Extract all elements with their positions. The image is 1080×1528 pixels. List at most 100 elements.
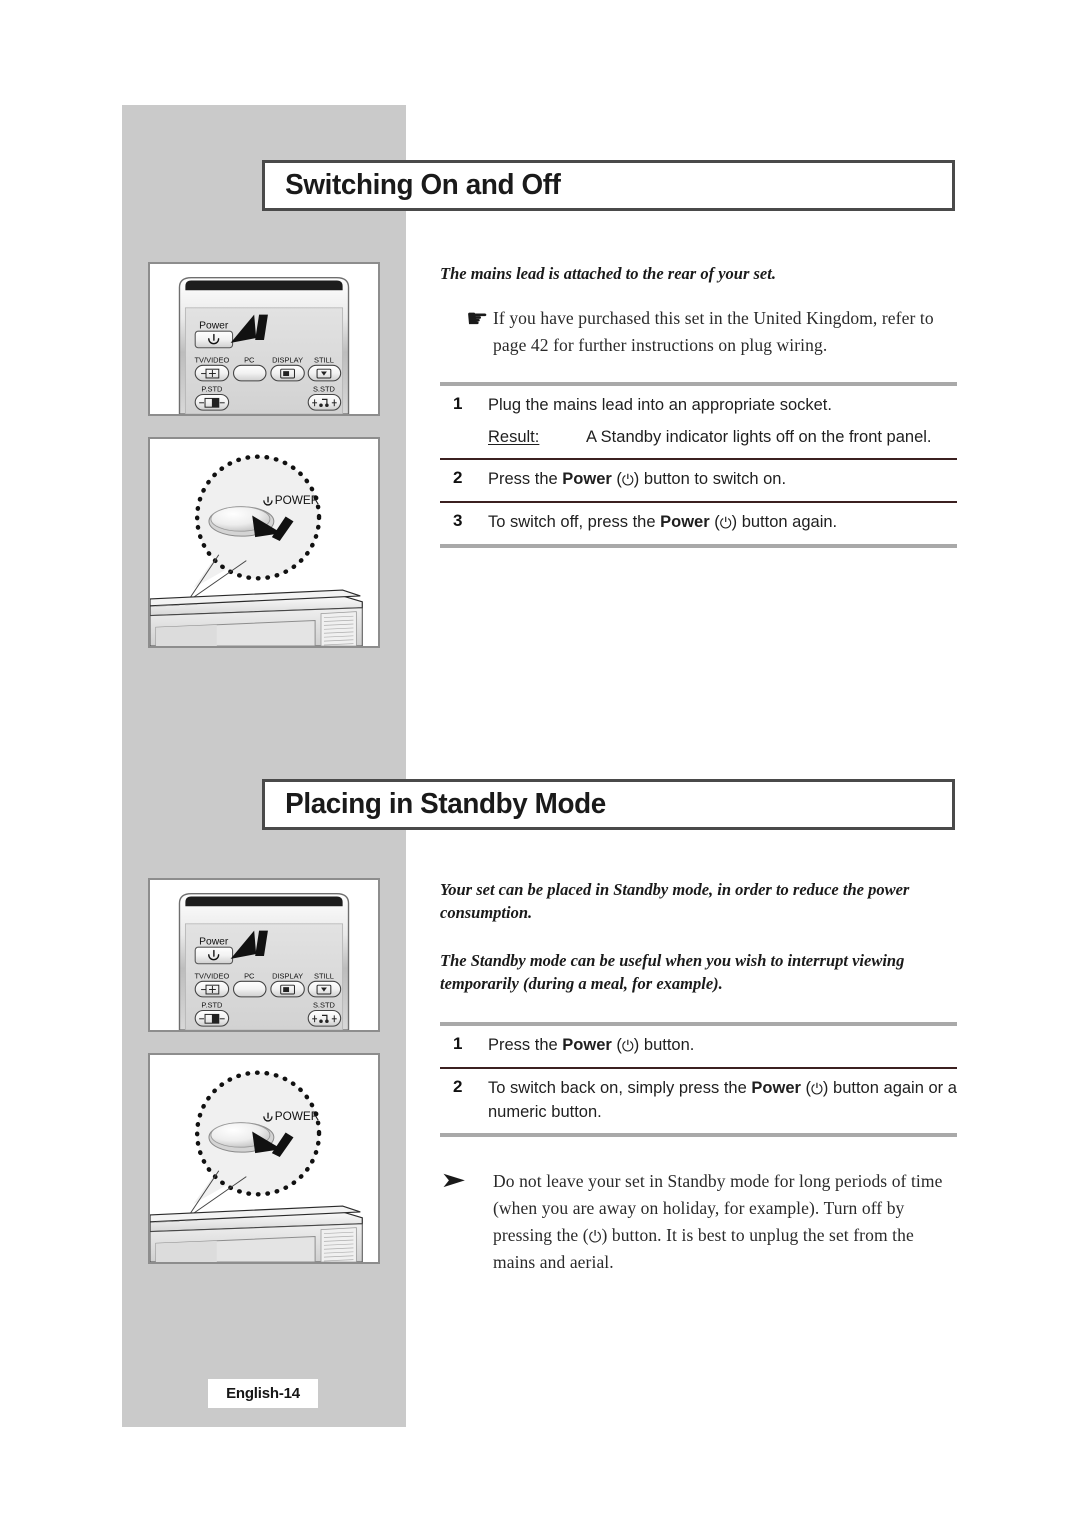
power-paren-close: ) [731, 513, 742, 532]
remote-button-sstd [307, 393, 342, 411]
remote-button-label-pstd: P.STD [201, 1001, 222, 1010]
step-text-post: button. [643, 1035, 695, 1054]
step-row: 2 To switch back on, simply press the Po… [440, 1069, 957, 1134]
rule-bottom [440, 544, 957, 549]
section-1-note-text: If you have purchased this set in the Un… [493, 308, 934, 356]
remote-button-pstd [194, 1009, 230, 1027]
step-number: 3 [453, 511, 463, 531]
step-text-pre: To switch back on, simply press the [488, 1078, 752, 1097]
remote-button-label-pstd: P.STD [201, 385, 222, 394]
step-text: Plug the mains lead into an appropriate … [488, 394, 957, 450]
power-symbol-icon: ⏻ [719, 514, 732, 533]
remote-button-pc [232, 364, 267, 382]
section-2-lead-text-1: Your set can be placed in Standby mode, … [440, 880, 910, 923]
page-footer-label: English-14 [226, 1385, 300, 1402]
step-number: 1 [453, 393, 463, 413]
section-1-steps: 1 Plug the mains lead into an appropriat… [440, 381, 957, 549]
step-row: 3 To switch off, press the Power (⏻) but… [440, 503, 957, 544]
arrow-bullet-icon: ➤ [440, 1168, 467, 1193]
step-text-post: button to switch on. [643, 470, 787, 489]
section-1-content: The mains lead is attached to the rear o… [440, 262, 957, 549]
power-paren-open: ( [709, 513, 720, 532]
section-2-note-text: Do not leave your set in Standby mode fo… [493, 1168, 957, 1275]
remote-button-tvvideo [194, 364, 230, 382]
remote-button-label-still: STILL [314, 971, 334, 980]
rule-bottom [440, 1133, 957, 1138]
step-keyword-power: Power [562, 470, 612, 489]
remote-power-label: Power [199, 320, 229, 331]
remote-button-display [270, 980, 305, 998]
power-paren-close: ) [822, 1078, 834, 1097]
remote-button-label-tvvideo: TV/VIDEO [195, 355, 230, 364]
tv-front-panel-drawing-1: POWER [150, 454, 363, 646]
power-paren-open: ( [611, 470, 622, 489]
illustration-remote-control-1: Power TV/VIDEO PC DISPLAY STILL P.STD S.… [148, 262, 380, 416]
step-row: 1 Plug the mains lead into an appropriat… [440, 386, 957, 459]
section-heading-text: Switching On and Off [285, 169, 561, 201]
section-heading-placing-in-standby-mode: Placing in Standby Mode [262, 779, 955, 830]
remote-button-label-sstd: S.STD [313, 1001, 335, 1010]
step-text: Press the Power (⏻) button to switch on. [488, 468, 957, 492]
remote-power-label: Power [199, 936, 229, 947]
section-2-note: ➤ Do not leave your set in Standby mode … [440, 1168, 957, 1275]
step-text: Press the Power (⏻) button. [488, 1034, 957, 1058]
step-text-pre: Press the [488, 470, 563, 489]
remote-button-label-display: DISPLAY [272, 971, 303, 980]
step-row: 1 Press the Power (⏻) button. [440, 1026, 957, 1067]
tv-front-panel-drawing-2: POWER [150, 1070, 363, 1262]
remote-button-label-pc: PC [244, 355, 255, 364]
power-symbol-icon: ⏻ [621, 471, 634, 490]
step-keyword-power: Power [751, 1078, 801, 1097]
power-symbol-icon: ⏻ [811, 1079, 823, 1098]
remote-button-tvvideo [194, 980, 230, 998]
result-label: Result: [488, 427, 540, 446]
power-symbol-icon: ⏻ [588, 1226, 602, 1246]
step-result-line: Result: A Standby indicator lights off o… [488, 426, 957, 450]
power-paren-open: ( [800, 1078, 812, 1097]
power-paren-close: ) [633, 1035, 644, 1054]
remote-button-label-pc: PC [244, 971, 255, 980]
power-symbol-icon: ⏻ [621, 1036, 634, 1055]
remote-button-label-display: DISPLAY [272, 355, 303, 364]
manual-page: Switching On and Off Power TV/VIDEO PC D… [0, 0, 1080, 1528]
result-text: A Standby indicator lights off on the fr… [586, 427, 932, 446]
section-2-steps: 1 Press the Power (⏻) button. 2 To switc… [440, 1021, 957, 1138]
step-keyword-power: Power [562, 1035, 612, 1054]
remote-button-pc [232, 980, 267, 998]
step-keyword-power: Power [660, 513, 710, 532]
section-1-lead-text: The mains lead is attached to the rear o… [440, 264, 776, 283]
remote-button-still [307, 980, 342, 998]
illustration-tv-front-panel-1: POWER [148, 437, 380, 648]
remote-button-label-tvvideo: TV/VIDEO [195, 971, 230, 980]
section-heading-switching-on-and-off: Switching On and Off [262, 160, 955, 211]
power-paren-close: ) [633, 470, 644, 489]
section-1-note: ☛ If you have purchased this set in the … [440, 305, 957, 358]
step-text: To switch back on, simply press the Powe… [488, 1077, 957, 1125]
panel-power-label: POWER [275, 494, 319, 507]
step-text: To switch off, press the Power (⏻) butto… [488, 511, 957, 535]
speaker-grille [320, 611, 357, 646]
step-text-pre: To switch off, press the [488, 513, 661, 532]
remote-button-label-still: STILL [314, 355, 334, 364]
remote-button-label-sstd: S.STD [313, 385, 335, 394]
page-footer-badge: English-14 [208, 1379, 318, 1408]
remote-button-display [270, 364, 305, 382]
illustration-tv-front-panel-2: POWER [148, 1053, 380, 1264]
step-text-main: Plug the mains lead into an appropriate … [488, 395, 832, 414]
remote-button-pstd [194, 393, 230, 411]
panel-power-label: POWER [275, 1110, 319, 1123]
step-text-pre: Press the [488, 1035, 563, 1054]
section-2-content: Your set can be placed in Standby mode, … [440, 878, 957, 1276]
step-number: 2 [453, 1076, 463, 1096]
step-number: 2 [453, 468, 463, 488]
power-paren-open: ( [611, 1035, 622, 1054]
speaker-grille [320, 1227, 357, 1262]
step-row: 2 Press the Power (⏻) button to switch o… [440, 460, 957, 501]
illustration-remote-control-2: Power TV/VIDEO PC DISPLAY STILL P.STD S.… [148, 878, 380, 1032]
step-number: 1 [453, 1033, 463, 1053]
remote-button-sstd [307, 1009, 342, 1027]
step-text-post: button again. [741, 513, 838, 532]
pointing-hand-icon: ☛ [466, 304, 489, 334]
remote-button-still [307, 364, 342, 382]
section-heading-text: Placing in Standby Mode [285, 788, 606, 820]
